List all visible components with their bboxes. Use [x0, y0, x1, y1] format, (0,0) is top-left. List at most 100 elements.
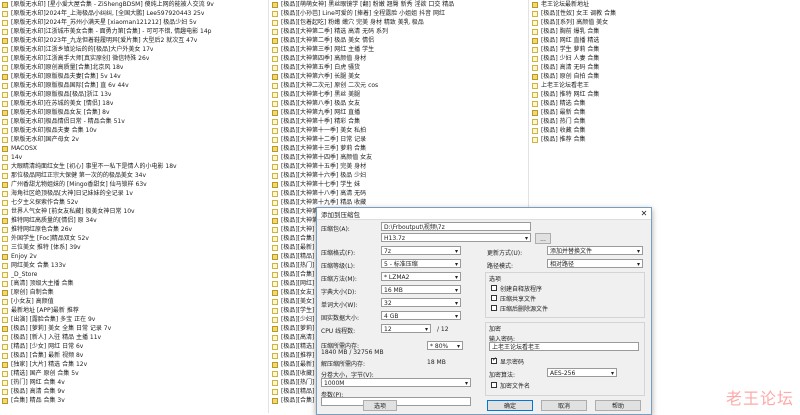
word-select[interactable]: 32	[381, 298, 461, 307]
list-item[interactable]: [原版无水印]江浙高手大师[真实原创] 微信特殊 26v	[0, 54, 268, 63]
list-item[interactable]: [合集] 精品 合集 3v	[0, 396, 268, 405]
list-item[interactable]: [极品] 原创 自拍 合集	[530, 72, 800, 81]
archive-path-field[interactable]: D:\Frboutput\视频\7z	[381, 222, 531, 231]
list-item[interactable]: [独家] [大片] 精选 合集 12v	[0, 360, 268, 369]
encrypt-names-checkbox[interactable]	[491, 382, 497, 388]
list-item[interactable]: [极品][大神第三季] 网红 主播 学生	[270, 45, 528, 54]
mem-usage-select[interactable]: * 80%	[427, 341, 463, 350]
list-item[interactable]: [极品] 推荐 合集	[530, 135, 800, 144]
list-item[interactable]: [极品] 推特 网红 合集	[530, 90, 800, 99]
list-item[interactable]: [极品][大神第十二季] 日常 记录	[270, 135, 528, 144]
update-select[interactable]: 添加并替换文件	[547, 246, 643, 255]
close-icon[interactable]: ✕	[637, 209, 651, 218]
list-item[interactable]: [极品][大神第十季] 精彩 合集	[270, 117, 528, 126]
list-item[interactable]: [极品][大神第十三季] 萝莉 合集	[270, 144, 528, 153]
threads-select[interactable]: 12	[381, 324, 431, 333]
list-item[interactable]: [极品][大神第十四季] 高颜值 女友	[270, 153, 528, 162]
list-item[interactable]: [极品][萌萌女神] 黑丝眼镜学 [翻] 粉嫩 翘臀 新秀 淫欲 口交 精品	[270, 0, 528, 9]
list-item[interactable]: [原版无水印]江浙城市美女合集 - 面勇力第[合集] - 可可不错, 情趣电影 …	[0, 27, 268, 36]
list-item[interactable]: [极品][大神第十六季] 极品 少妇	[270, 171, 528, 180]
list-item[interactable]: [极品] 热门 合集	[530, 117, 800, 126]
list-item[interactable]: MACOSX	[0, 144, 268, 153]
list-item[interactable]: [原版无水印]2023年_九龙但着鞋履明异[爱片集] 大型后2 就次互 47v	[0, 36, 268, 45]
list-item[interactable]: [原版无水印]极品情侣日常 - 精品合集 51v	[0, 117, 268, 126]
list-item[interactable]: [极品] [合集] 最新 视频 8v	[0, 351, 268, 360]
list-item[interactable]: [原版无水印]原版极品[极品]浙江 13v	[0, 90, 268, 99]
list-item[interactable]: [原版无水印]极品夫妻 合集 10v	[0, 126, 268, 135]
list-item[interactable]: [极品][大神第九季] 网红 直播	[270, 108, 528, 117]
list-item[interactable]: [极品][系列] 高颜值 美女	[530, 18, 800, 27]
list-item[interactable]: [原版无水印]2024年_苏州小满天星 [xiaoman121212] 极品少妇…	[0, 18, 268, 27]
list-item[interactable]: [出演] [露脸合集] 多宝 正在 9v	[0, 315, 268, 324]
list-item[interactable]: [极品] 网红 直播 精选	[530, 36, 800, 45]
list-item[interactable]: [精品] [少女] 网红 日常 6v	[0, 342, 268, 351]
list-item[interactable]: [原创] 自制合集	[0, 288, 268, 297]
list-item[interactable]: [极品][大神第五季] 白虎 骚货	[270, 63, 528, 72]
list-item[interactable]: [极品][大神第十九季] 精品 收藏	[270, 198, 528, 207]
list-item[interactable]: 网红美女 合集 133v	[0, 261, 268, 270]
list-item[interactable]: [极品][大神第十五季] 完美 身材	[270, 162, 528, 171]
list-item[interactable]: [极品] 收藏 合集	[530, 126, 800, 135]
level-select[interactable]: 5 - 标准压缩	[381, 259, 461, 268]
list-item[interactable]: _D_Store	[0, 270, 268, 279]
list-item[interactable]: 老王论坛最新地址	[530, 0, 800, 9]
list-item[interactable]: [极品][包着起吃] 粉嫩 嫩穴 完美 身材 精致 美乳 极品	[270, 18, 528, 27]
browse-button[interactable]: ...	[535, 233, 551, 244]
list-item[interactable]: [极品] 最新 合集	[530, 108, 800, 117]
list-item[interactable]: 14v	[0, 153, 268, 162]
list-item[interactable]: 广州香甜尤物姐妹的 [Mingo香甜女] 仙马锁样 63v	[0, 180, 268, 189]
list-item[interactable]: 上老王论坛看老王	[530, 81, 800, 90]
list-item[interactable]: [原版无水印]原版极品国际[合集] 直 6v 44v	[0, 81, 268, 90]
list-item[interactable]: 推特网红高质量的[情侣] 原 34v	[0, 216, 268, 225]
show-password-checkbox[interactable]	[491, 356, 497, 364]
options-button[interactable]: 选项	[363, 400, 397, 411]
password-input[interactable]: 上老王论坛看老王	[489, 342, 639, 351]
list-item[interactable]: 外国学生 [Foc]精品双女 52v	[0, 234, 268, 243]
list-item[interactable]: Enjoy 2v	[0, 252, 268, 261]
list-item[interactable]: [极品][大神第十七季] 学生 妹	[270, 180, 528, 189]
list-item[interactable]: [原版无水印]江浙乡镇论坛的的[极品]大户外美女 17v	[0, 45, 268, 54]
help-button[interactable]: 帮助	[595, 400, 641, 411]
list-item[interactable]: 七夕主义探索作合集 52v	[0, 198, 268, 207]
method-select[interactable]: * LZMA2	[381, 272, 461, 281]
archive-name-field[interactable]: H13.7z	[381, 233, 531, 242]
solid-select[interactable]: 4 GB	[381, 311, 461, 320]
pathmode-select[interactable]: 相对路径	[547, 259, 643, 268]
list-item[interactable]: [极品] 精选 合集	[530, 99, 800, 108]
list-item[interactable]: [极品][大神第八季] 极品 女友	[270, 99, 528, 108]
list-item[interactable]: [原版无水印]2024年_上海极品小纠纠, [全国大鹏] Lee59792044…	[0, 9, 268, 18]
list-item[interactable]: [极品][大神第七季] 黑丝 美腿	[270, 90, 528, 99]
list-item[interactable]: [极品] 高清 无码 合集	[530, 63, 800, 72]
delete-checkbox[interactable]	[491, 305, 497, 311]
list-item[interactable]: 那位极品网红正宗大保健 第一次的的极品美女 34v	[0, 171, 268, 180]
ok-button[interactable]: 确定	[487, 400, 533, 411]
list-item[interactable]: [小女友] 高颜值	[0, 297, 268, 306]
shared-checkbox[interactable]	[491, 295, 497, 301]
list-item[interactable]: [极品] 学生 萝莉 合集	[530, 45, 800, 54]
list-item[interactable]: [极品] 高清 合集 9v	[0, 387, 268, 396]
list-item[interactable]: 三位美女 推特 [体系] 39v	[0, 243, 268, 252]
list-item[interactable]: [极品] [萝莉] 美女 全集 日常 记录 7v	[0, 324, 268, 333]
enc-method-select[interactable]: AES-256	[547, 368, 617, 377]
list-item[interactable]: [热门] 网红 合集 4v	[0, 378, 268, 387]
split-select[interactable]: 1000M	[321, 378, 471, 387]
list-item[interactable]: [原版无水印]原版极品夫妻[合集] 5v 14v	[0, 72, 268, 81]
cancel-button[interactable]: 取消	[541, 400, 587, 411]
list-item[interactable]: [极品][大神二次元] 原创 二次元 cos	[270, 81, 528, 90]
list-item[interactable]: 推特网红原色合集 26v	[0, 225, 268, 234]
list-item[interactable]: [原版无水印] [星小爱大屋合集 - ZiShengBDSM] 傻纯上网的能被人…	[0, 0, 268, 9]
list-item[interactable]: [原版无水印]原创高质量[合集]北京风 18v	[0, 63, 268, 72]
list-item[interactable]: [原版无水印]原版极品女友 [合集] 8v	[0, 108, 268, 117]
sfx-checkbox[interactable]	[491, 285, 497, 291]
list-item[interactable]: [极品][大神第六季] 长腿 美女	[270, 72, 528, 81]
list-item[interactable]: 海角社区绝顶极品[大神]日记妹妹的全记录 1v	[0, 189, 268, 198]
list-item[interactable]: [极品][大神第二季] 精选 高清 无码 系列	[270, 27, 528, 36]
list-item[interactable]: [原版无水印]在苏城的美女 [情侣] 18v	[0, 99, 268, 108]
list-item[interactable]: [极品][大神第四季] 高颜值 身材	[270, 54, 528, 63]
list-item[interactable]: [极品][性奴] 女王 调教 合集	[530, 9, 800, 18]
list-item[interactable]: [极品][大神第十八季] 高清 无码	[270, 189, 528, 198]
list-item[interactable]: [原版无水印]国产母女 2v	[0, 135, 268, 144]
dict-select[interactable]: 16 MB	[381, 285, 461, 294]
list-item[interactable]: [精选] 国产 原创 合集 5v	[0, 369, 268, 378]
list-item[interactable]: [极品][大神第二季] 极品 美女 情侣	[270, 36, 528, 45]
